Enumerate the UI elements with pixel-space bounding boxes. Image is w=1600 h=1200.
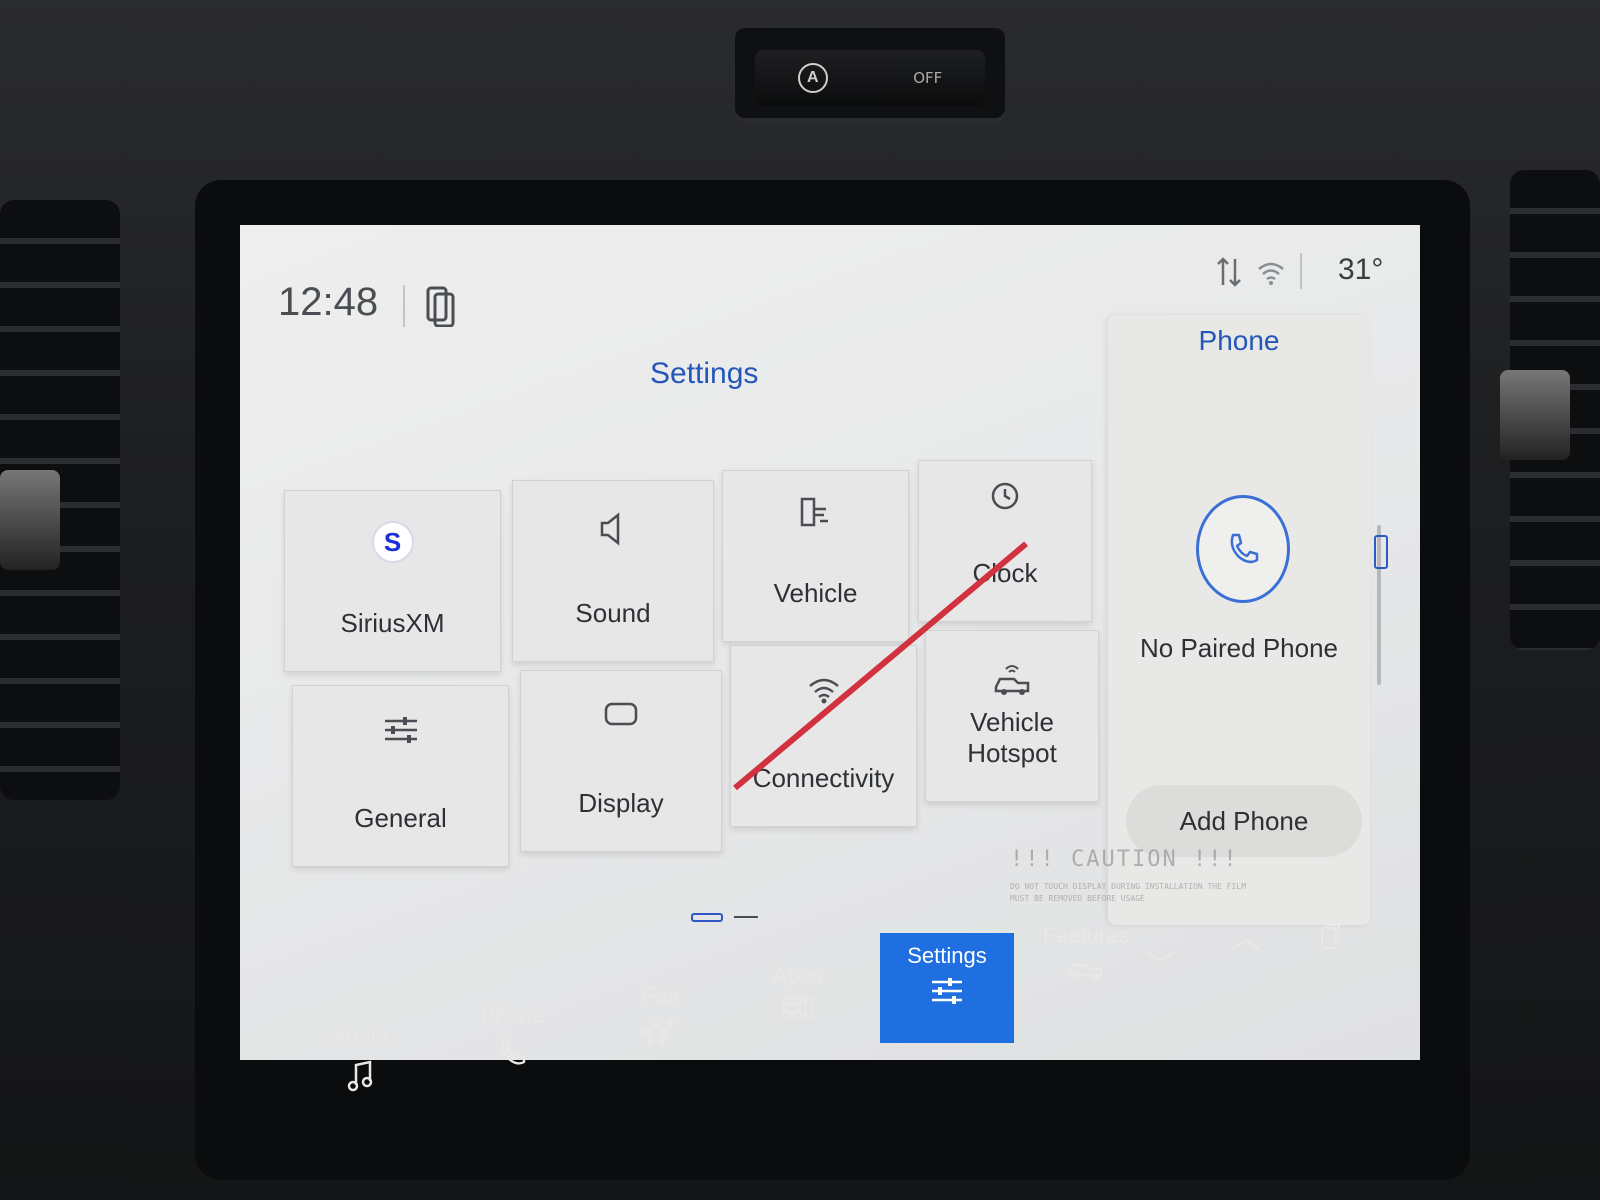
dashboard: A OFF 12:48 31° Settings S SiriusXM Soun… [0, 0, 1600, 1200]
outside-temperature: 31° [1338, 253, 1384, 286]
right-vent-knob[interactable] [1500, 370, 1570, 460]
tile-display[interactable]: Display [520, 670, 722, 852]
nav-multitask[interactable] [1292, 920, 1372, 956]
tile-siriusxm[interactable]: S SiriusXM [284, 490, 501, 672]
nav-chevron-down[interactable] [1120, 945, 1200, 971]
nav-label: Fav [641, 983, 679, 1008]
page-title: Settings [650, 357, 759, 390]
bottom-nav-bar: Audio Phone Fav Apps Settings Features [240, 875, 1440, 1092]
nav-label: Phone [480, 1003, 544, 1028]
music-note-icon [347, 1060, 373, 1092]
data-signal-icon [1217, 257, 1241, 287]
left-vent-knob[interactable] [0, 470, 60, 570]
truck-icon [1067, 963, 1103, 980]
clock-time: 12:48 [278, 280, 379, 324]
tile-vehicle[interactable]: Vehicle [722, 470, 909, 642]
auto-start-off-label: OFF [913, 69, 943, 87]
nav-fav[interactable]: Fav [600, 983, 720, 1051]
tile-connectivity[interactable]: Connectivity [730, 645, 917, 827]
nav-audio[interactable]: Audio [300, 1025, 420, 1093]
tile-label: General [354, 803, 447, 833]
tile-label: Sound [575, 598, 651, 628]
tile-general[interactable]: General [292, 685, 509, 867]
sliders-icon [384, 717, 417, 743]
nav-label: Apps [772, 963, 824, 988]
status-divider-right [1300, 253, 1302, 289]
tile-label: Vehicle Hotspot [967, 707, 1057, 768]
no-paired-phone-text: No Paired Phone [1139, 633, 1339, 663]
phone-icon [1230, 533, 1259, 564]
nav-label: Audio [331, 1025, 389, 1050]
phone-panel-title: Phone [1198, 325, 1280, 356]
grid-icon [782, 997, 813, 1019]
call-button[interactable] [1196, 495, 1290, 603]
vehicle-icon [800, 497, 828, 527]
tile-clock[interactable]: Clock [918, 460, 1092, 622]
sliders-icon [932, 978, 962, 1004]
tile-label: SiriusXM [340, 608, 445, 638]
nav-chevron-up[interactable] [1206, 933, 1286, 959]
chevron-down-icon [1146, 952, 1174, 963]
nav-phone[interactable]: Phone [452, 1003, 572, 1067]
nav-label: Features [1042, 923, 1130, 948]
phone-panel: Phone No Paired Phone Add Phone [1108, 315, 1370, 925]
tile-vehicle-hotspot[interactable]: Vehicle Hotspot [925, 630, 1099, 802]
auto-start-stop-switch[interactable]: A OFF [735, 28, 1005, 124]
tile-label: Vehicle [773, 578, 858, 608]
hotspot-icon [994, 665, 1030, 695]
scrollbar-thumb[interactable] [1374, 535, 1388, 569]
status-divider [403, 285, 405, 327]
multitask-cards-icon [1321, 924, 1340, 949]
wifi-signal-icon [1258, 262, 1284, 285]
caution-sticker-text: !!! CAUTION !!! [1010, 847, 1239, 872]
display-icon [604, 702, 638, 726]
speaker-icon [600, 512, 620, 546]
tile-sound[interactable]: Sound [512, 480, 714, 662]
nav-settings[interactable]: Settings [880, 933, 1014, 1043]
star-plus-icon [642, 1018, 675, 1049]
phone-connection-icon [426, 286, 455, 327]
nav-apps[interactable]: Apps [738, 963, 858, 1021]
clock-icon [991, 482, 1019, 510]
chevron-up-icon [1232, 939, 1260, 950]
auto-start-icon: A [797, 63, 828, 93]
siriusxm-icon: S [371, 521, 414, 563]
nav-label: Settings [907, 943, 987, 968]
tile-label: Display [578, 788, 664, 818]
phone-icon [501, 1038, 526, 1065]
